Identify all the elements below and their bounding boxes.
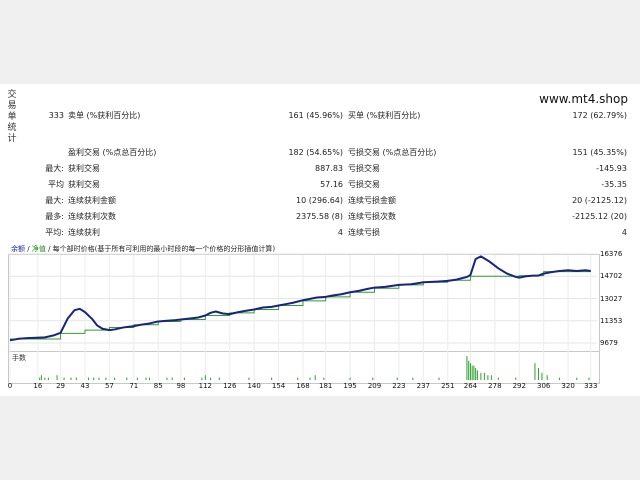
x-tick-label: 154 bbox=[271, 382, 286, 390]
x-tick-label: 209 bbox=[367, 382, 382, 390]
y-tick-label: 9679 bbox=[600, 339, 618, 347]
x-tick-label: 112 bbox=[198, 382, 213, 390]
x-tick-label: 126 bbox=[223, 382, 237, 390]
x-tick-label: 98 bbox=[176, 382, 186, 390]
x-tick-label: 71 bbox=[129, 382, 139, 390]
x-tick-label: 264 bbox=[463, 382, 478, 390]
x-tick-label: 168 bbox=[296, 382, 310, 390]
y-tick-label: 13027 bbox=[600, 294, 623, 303]
x-tick-label: 195 bbox=[343, 382, 357, 390]
x-tick-label: 333 bbox=[584, 382, 598, 390]
x-tick-label: 223 bbox=[392, 382, 406, 390]
x-tick-label: 57 bbox=[104, 382, 114, 390]
equity-series-line bbox=[10, 271, 591, 340]
x-tick-label: 29 bbox=[56, 382, 66, 390]
x-tick-label: 0 bbox=[7, 382, 13, 390]
x-tick-label: 237 bbox=[416, 382, 431, 390]
x-tick-label: 140 bbox=[247, 382, 261, 390]
balance-chart bbox=[9, 253, 597, 381]
x-tick-label: 320 bbox=[561, 382, 575, 390]
x-tick-label: 292 bbox=[512, 382, 526, 390]
report-page: 交易单统计 www.mt4.shop 333 卖单 (%获利百分比) 161 (… bbox=[0, 84, 640, 396]
x-tick-label: 251 bbox=[441, 382, 455, 390]
y-tick-label: 14702 bbox=[600, 272, 623, 281]
x-tick-label: 278 bbox=[488, 382, 502, 390]
x-tick-label: 181 bbox=[318, 382, 333, 390]
x-tick-label: 306 bbox=[536, 382, 551, 390]
y-tick-label: 16376 bbox=[600, 250, 623, 258]
y-tick-label: 11353 bbox=[600, 316, 623, 325]
x-tick-label: 85 bbox=[153, 382, 163, 390]
x-tick-label: 43 bbox=[80, 382, 90, 390]
x-tick-label: 16 bbox=[33, 382, 43, 390]
